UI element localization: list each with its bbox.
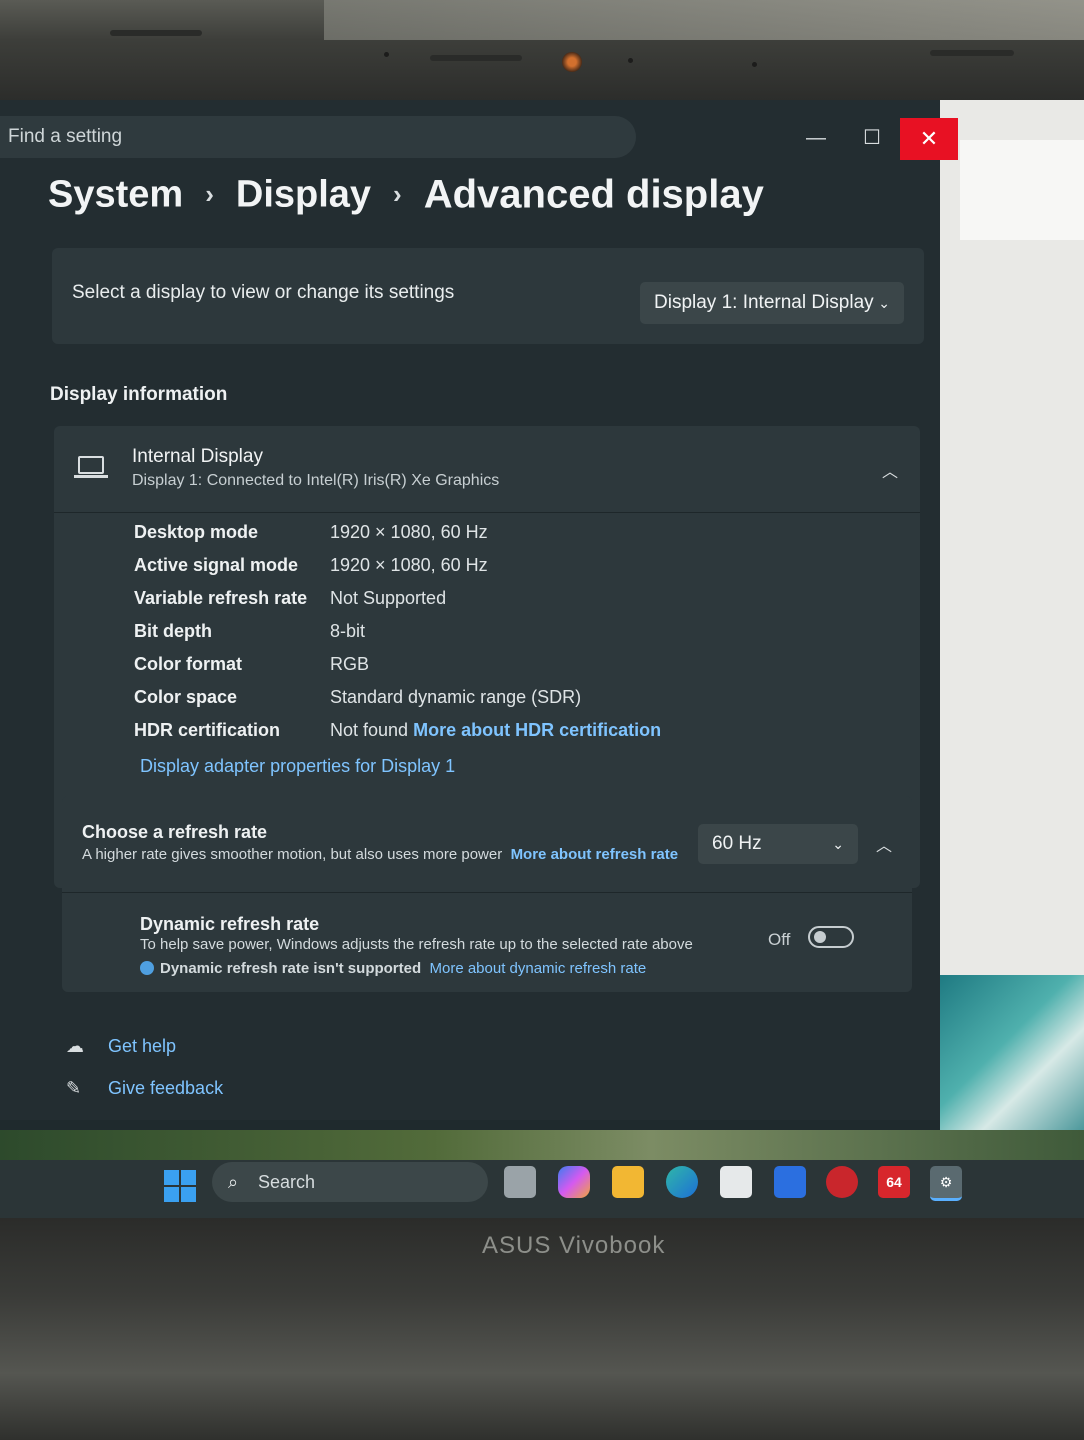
find-setting-search[interactable]: Find a setting — [0, 116, 636, 158]
info-value: 1920 × 1080, 60 Hz — [330, 522, 488, 542]
edge-browser-icon[interactable] — [666, 1166, 698, 1198]
refresh-rate-description-text: A higher rate gives smoother motion, but… — [82, 846, 503, 863]
refresh-rate-link[interactable]: More about refresh rate — [511, 846, 679, 863]
aida64-icon[interactable]: 64 — [878, 1166, 910, 1198]
breadcrumb-display[interactable]: Display — [236, 173, 371, 215]
chevron-down-icon: ⌄ — [832, 836, 844, 852]
dynamic-refresh-title: Dynamic refresh rate — [140, 914, 320, 934]
laptop-bezel-top — [0, 0, 1084, 100]
settings-gear-icon[interactable]: ⚙ — [930, 1166, 962, 1201]
select-display-card: Select a display to view or change its s… — [52, 248, 924, 344]
breadcrumb-system[interactable]: System — [48, 173, 183, 215]
toggle-state-label: Off — [768, 930, 791, 949]
get-help-label: Get help — [108, 1036, 177, 1056]
dynamic-refresh-link[interactable]: More about dynamic refresh rate — [429, 960, 646, 977]
app-icon[interactable] — [774, 1166, 806, 1198]
info-key: Bit depth — [134, 621, 212, 641]
refresh-rate-description: A higher rate gives smoother motion, but… — [82, 844, 682, 866]
chevron-down-icon: ⌄ — [878, 295, 890, 311]
file-explorer-icon[interactable] — [612, 1166, 644, 1198]
bezel-slot — [930, 50, 1014, 56]
refresh-rate-select[interactable]: 60 Hz ⌄ — [698, 824, 858, 864]
refresh-rate-title: Choose a refresh rate — [82, 822, 268, 842]
taskbar-search-label: Search — [258, 1172, 316, 1192]
info-value: 8-bit — [330, 621, 366, 641]
dynamic-refresh-note: Dynamic refresh rate isn't supported Mor… — [140, 960, 646, 977]
copilot-icon[interactable] — [558, 1166, 590, 1198]
bezel-sensor — [384, 52, 389, 57]
store-icon[interactable] — [720, 1166, 752, 1198]
info-key: Color space — [134, 687, 238, 707]
display-information-header[interactable]: Internal Display Display 1: Connected to… — [54, 426, 920, 513]
info-key: Desktop mode — [134, 522, 259, 542]
laptop-icon — [74, 456, 108, 478]
get-help-link[interactable]: ☁ Get help — [66, 1036, 176, 1057]
chevron-right-icon: › — [393, 179, 402, 210]
bezel-slot — [430, 55, 522, 61]
refresh-rate-header: Choose a refresh rate A higher rate give… — [62, 796, 912, 893]
give-feedback-link[interactable]: ✎ Give feedback — [66, 1078, 223, 1099]
minimize-button[interactable]: — — [796, 118, 836, 158]
bezel-slot — [110, 30, 202, 36]
feedback-icon: ✎ — [66, 1078, 82, 1098]
display-adapter-properties-link[interactable]: Display adapter properties for Display 1 — [140, 756, 455, 777]
give-feedback-label: Give feedback — [108, 1078, 224, 1098]
bezel-sensor — [628, 58, 633, 63]
windows-start-icon[interactable] — [164, 1170, 196, 1202]
info-value: Not found More about HDR certification — [330, 720, 661, 741]
section-title-display-information: Display information — [50, 384, 228, 405]
screen: Find a setting — ☐ ✕ System › Display › Adva… — [0, 100, 1084, 1218]
help-chat-icon: ☁ — [66, 1036, 84, 1056]
info-icon — [140, 961, 154, 975]
info-value: 1920 × 1080, 60 Hz — [330, 555, 488, 575]
display-select[interactable]: Display 1: Internal Display ⌄ — [640, 282, 904, 324]
display-name: Internal Display — [132, 446, 263, 467]
info-key: HDR certification — [134, 720, 281, 740]
info-key: Active signal mode — [134, 555, 299, 575]
maximize-button[interactable]: ☐ — [852, 118, 892, 158]
taskbar: ⌕ Search 64 ⚙ — [0, 1160, 1084, 1218]
background-wall — [324, 0, 1084, 40]
page-title: Advanced display — [423, 172, 764, 217]
display-select-value: Display 1: Internal Display — [654, 292, 874, 313]
close-button[interactable]: ✕ — [900, 118, 958, 160]
refresh-rate-value: 60 Hz — [712, 833, 762, 854]
breadcrumb: System › Display › Advanced display — [48, 172, 764, 217]
bezel-sensor — [752, 62, 757, 67]
info-key: Color format — [134, 654, 242, 674]
close-icon: ✕ — [919, 126, 939, 151]
background-document — [960, 140, 1084, 240]
settings-window: Find a setting — ☐ ✕ System › Display › Adva… — [0, 100, 958, 1120]
wallpaper-strip — [0, 1130, 1084, 1160]
desktop-background-window — [940, 100, 1084, 1160]
chevron-right-icon: › — [205, 179, 214, 210]
hdr-status: Not found — [330, 720, 409, 740]
chevron-up-icon[interactable]: ︿ — [876, 832, 892, 856]
taskbar-search[interactable]: ⌕ Search — [212, 1162, 488, 1202]
webcam — [562, 52, 582, 72]
info-value: Standard dynamic range (SDR) — [330, 687, 582, 707]
dynamic-refresh-toggle[interactable] — [808, 926, 854, 948]
security-app-icon[interactable] — [826, 1166, 858, 1198]
dynamic-refresh-unsupported: Dynamic refresh rate isn't supported — [160, 960, 422, 977]
display-connection: Display 1: Connected to Intel(R) Iris(R)… — [132, 472, 500, 489]
hdr-certification-link[interactable]: More about HDR certification — [413, 720, 661, 740]
search-icon: ⌕ — [228, 1172, 239, 1192]
info-value: RGB — [330, 654, 370, 674]
info-value: Not Supported — [330, 588, 447, 608]
info-key: Variable refresh rate — [134, 588, 308, 608]
task-view-icon[interactable] — [504, 1166, 536, 1198]
brand-label: ASUS Vivobook — [482, 1232, 666, 1259]
toggle-knob — [814, 931, 826, 943]
dynamic-refresh-description: To help save power, Windows adjusts the … — [140, 936, 693, 953]
refresh-rate-card: Choose a refresh rate A higher rate give… — [62, 796, 912, 992]
select-display-label: Select a display to view or change its s… — [72, 282, 455, 303]
chevron-up-icon[interactable]: ︿ — [882, 458, 898, 482]
